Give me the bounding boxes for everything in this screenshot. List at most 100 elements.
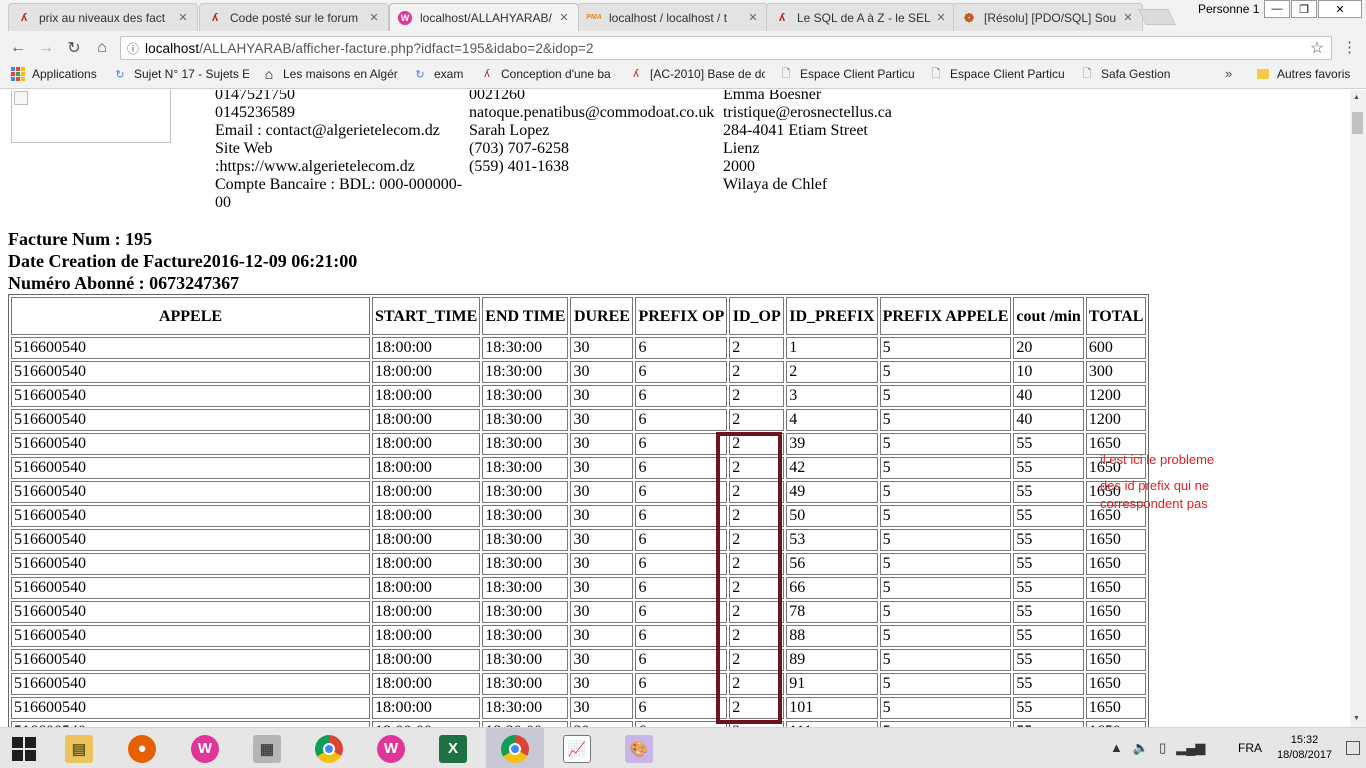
table-cell-total: 1650 (1085, 601, 1147, 623)
start-button[interactable] (0, 728, 48, 768)
menu-icon[interactable]: ⋮ (1342, 38, 1357, 56)
close-icon[interactable]: ✕ (368, 11, 380, 24)
address-bar[interactable]: ⓘ localhost/ALLAHYARAB/afficher-facture.… (120, 36, 1332, 60)
invoice-date: Date Creation de Facture2016-12-09 06:21… (8, 251, 358, 271)
table-cell-id-prefix: 88 (786, 625, 878, 647)
bookmark-item[interactable]: 🗋 Safa Gestion (1080, 67, 1171, 81)
taskbar-app[interactable]: 🎨 (610, 728, 668, 768)
table-cell-appele: 516600540 (11, 505, 370, 527)
table-cell-prefix-op: 6 (635, 601, 728, 623)
table-cell-duree: 30 (570, 553, 634, 575)
bookmark-label: Conception d'une ba (501, 67, 611, 81)
clock[interactable]: 15:32 18/08/2017 (1277, 733, 1332, 763)
table-header-prefix-op: PREFIX OP (635, 297, 728, 335)
taskbar-app[interactable]: ▤ (50, 728, 108, 768)
scroll-up-icon[interactable]: ▲ (1353, 94, 1360, 101)
new-tab-button[interactable] (1138, 9, 1176, 25)
other-bookmarks[interactable]: Autres favoris (1256, 67, 1350, 81)
volume-icon[interactable]: 🔈 (1133, 740, 1149, 756)
close-window-icon[interactable]: ✕ (1318, 0, 1362, 18)
taskbar-app-active[interactable] (486, 728, 544, 768)
bookmark-item[interactable]: ⌂ Les maisons en Algér (262, 67, 398, 81)
taskbar-app[interactable]: ● (113, 728, 171, 768)
table-header-id-prefix: ID_PREFIX (786, 297, 878, 335)
network-icon[interactable]: ▂▄▆ (1176, 740, 1205, 756)
notification-center-icon[interactable] (1346, 741, 1360, 755)
table-cell-duree: 30 (570, 601, 634, 623)
scroll-down-icon[interactable]: ▼ (1353, 715, 1360, 722)
taskbar-app[interactable]: ▦ (238, 728, 296, 768)
table-cell-cout-min: 55 (1013, 601, 1084, 623)
taskbar-app[interactable]: 📈 (548, 728, 606, 768)
invoice-calls-table: APPELE START_TIME END TIME DUREE PREFIX OP ID… (8, 294, 1150, 727)
table-cell-prefix-appele: 5 (879, 385, 1012, 407)
taskbar-app[interactable]: W (362, 728, 420, 768)
table-cell-duree: 30 (570, 577, 634, 599)
table-cell-total: 600 (1085, 337, 1147, 359)
close-icon[interactable]: ✕ (558, 11, 570, 24)
bookmark-item[interactable]: ʎ [AC-2010] Base de dc (629, 67, 765, 81)
page-icon: 🗋 (1082, 67, 1092, 80)
bookmark-item[interactable]: ↻ exam (413, 67, 463, 81)
chevron-up-icon[interactable]: ▲ (1110, 740, 1123, 756)
browser-tab-active[interactable]: W localhost/ALLAHYARAB/ ✕ (389, 3, 579, 31)
table-cell-prefix-appele: 5 (879, 529, 1012, 551)
bookmark-item[interactable]: ↻ Sujet N° 17 - Sujets E (113, 67, 249, 81)
openclassrooms-icon: ʎ (20, 11, 28, 24)
table-cell-start-time: 18:00:00 (372, 577, 481, 599)
browser-tab[interactable]: ʎ Le SQL de A à Z - le SEL ✕ (766, 3, 956, 31)
battery-icon[interactable]: ▯ (1159, 740, 1166, 756)
table-cell-end-time: 18:30:00 (482, 625, 569, 647)
client-name: Sarah Lopez (469, 122, 550, 139)
table-row: 516600540 18:00:00 18:30:00 30 6 2 2 5 10 300 (11, 361, 1147, 383)
bookmark-star-icon[interactable]: ☆ (1303, 38, 1331, 58)
table-cell-id-prefix: 89 (786, 649, 878, 671)
table-cell-total: 1650 (1085, 577, 1147, 599)
home-icon[interactable]: ⌂ (92, 38, 112, 58)
table-header-start-time: START_TIME (372, 297, 481, 335)
browser-tab[interactable]: ʎ Code posté sur le forum ✕ (199, 3, 389, 31)
table-cell-total: 1650 (1085, 625, 1147, 647)
minimize-icon[interactable]: — (1264, 0, 1290, 18)
input-language[interactable]: FRA (1238, 741, 1262, 755)
taskbar-app[interactable]: X (424, 728, 482, 768)
close-icon[interactable]: ✕ (747, 11, 759, 24)
reload-icon[interactable]: ↻ (64, 38, 84, 58)
table-cell-end-time: 18:30:00 (482, 361, 569, 383)
profile-name[interactable]: Personne 1 (1198, 2, 1259, 16)
bookmark-applications[interactable]: Applications (11, 67, 97, 81)
close-icon[interactable]: ✕ (1122, 11, 1134, 24)
table-cell-start-time: 18:00:00 (372, 697, 481, 719)
bookmarks-overflow-button[interactable]: » (1225, 66, 1232, 81)
scrollbar-thumb[interactable] (1352, 112, 1363, 134)
bookmark-item[interactable]: 🗋 Espace Client Particul (929, 67, 1065, 81)
table-cell-end-time: 18:30:00 (482, 649, 569, 671)
maximize-icon[interactable]: ❐ (1291, 0, 1317, 18)
url-text[interactable]: localhost/ALLAHYARAB/afficher-facture.ph… (145, 41, 1303, 56)
taskbar-app[interactable] (300, 728, 358, 768)
bookmark-item[interactable]: ʎ Conception d'une ba (480, 67, 614, 81)
close-icon[interactable]: ✕ (935, 11, 947, 24)
browser-tab[interactable]: ʎ prix au niveaux des fact ✕ (8, 3, 198, 31)
table-cell-duree: 30 (570, 433, 634, 455)
company-phone: 0147521750 (215, 90, 295, 103)
table-cell-id-prefix: 3 (786, 385, 878, 407)
table-cell-duree: 30 (570, 481, 634, 503)
table-cell-prefix-appele: 5 (879, 433, 1012, 455)
taskbar-app[interactable]: W (176, 728, 234, 768)
table-cell-start-time: 18:00:00 (372, 505, 481, 527)
browser-tab[interactable]: PMA localhost / localhost / t ✕ (578, 3, 768, 31)
table-cell-start-time: 18:00:00 (372, 481, 481, 503)
vertical-scrollbar[interactable]: ▲ ▼ (1350, 90, 1366, 727)
table-cell-appele: 516600540 (11, 673, 370, 695)
bookmark-item[interactable]: 🗋 Espace Client Particul (779, 67, 915, 81)
back-arrow-icon[interactable]: ← (8, 38, 28, 58)
table-cell-prefix-appele: 5 (879, 481, 1012, 503)
table-cell-prefix-appele: 5 (879, 601, 1012, 623)
table-cell-prefix-op: 6 (635, 385, 728, 407)
browser-tab[interactable]: ❁ [Résolu] [PDO/SQL] Sou ✕ (953, 3, 1143, 31)
client-city: Lienz (723, 140, 760, 157)
close-icon[interactable]: ✕ (177, 11, 189, 24)
forward-arrow-icon[interactable]: → (36, 38, 56, 58)
info-icon[interactable]: ⓘ (121, 40, 145, 57)
